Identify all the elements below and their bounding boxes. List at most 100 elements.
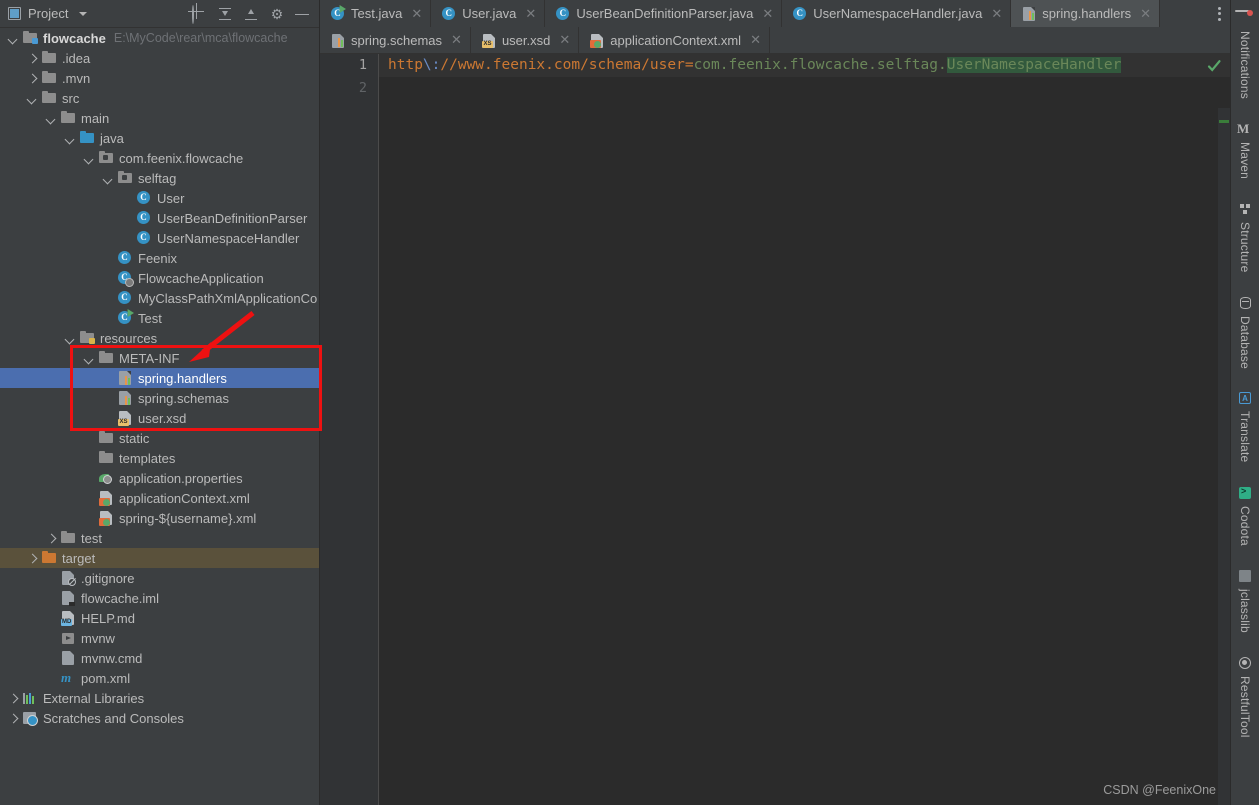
tree-node-src[interactable]: src [0,88,319,108]
gear-icon[interactable]: ⚙ [269,6,285,22]
tree-node-usernamespacehandler[interactable]: C UserNamespaceHandler [0,228,319,248]
editor-tab-userbeandefinitionparser-java[interactable]: C UserBeanDefinitionParser.java ✕ [545,0,783,27]
close-icon[interactable]: ✕ [991,6,1002,22]
chevron-right-icon[interactable] [8,693,19,704]
tree-node-spring-handlers[interactable]: spring.handlers [0,368,319,388]
chevron-right-icon[interactable] [8,713,19,724]
editor-tab-label: spring.schemas [351,32,443,48]
tree-node-applicationcontext-xml[interactable]: applicationContext.xml [0,488,319,508]
editor-tab-applicationcontext-xml[interactable]: applicationContext.xml ✕ [579,27,770,53]
code-token-key-tail: //www.feenix.com/schema/user [440,57,685,73]
collapse-all-icon[interactable] [243,6,259,22]
tree-node-main[interactable]: main [0,108,319,128]
tree-node-label: resources [100,330,158,346]
tree-node-scratches-and-consoles[interactable]: Scratches and Consoles [0,708,319,728]
tree-node-label: Feenix [138,250,178,266]
tree-node-myclasspathxmlapplicationco[interactable]: C MyClassPathXmlApplicationCo [0,288,319,308]
editor-tab-spring-handlers[interactable]: spring.handlers ✕ [1011,0,1161,27]
tree-node-selftag[interactable]: selftag [0,168,319,188]
editor-tab-user-java[interactable]: C User.java ✕ [431,0,546,27]
tree-node-mvn[interactable]: .mvn [0,68,319,88]
tree-node-feenix[interactable]: C Feenix [0,248,319,268]
tree-node-application-properties[interactable]: application.properties [0,468,319,488]
tree-node-templates[interactable]: templates [0,448,319,468]
tree-node-spring-schemas[interactable]: spring.schemas [0,388,319,408]
tree-node-spring-username-xml[interactable]: spring-${username}.xml [0,508,319,528]
tree-node-mvnw-cmd[interactable]: mvnw.cmd [0,648,319,668]
tree-node-flowcacheapplication[interactable]: C FlowcacheApplication [0,268,319,288]
tree-node-com-feenix-flowcache[interactable]: com.feenix.flowcache [0,148,319,168]
tree-node-user[interactable]: C User [0,188,319,208]
tree-node-java[interactable]: java [0,128,319,148]
tree-node-idea[interactable]: .idea [0,48,319,68]
tool-window-button-structure[interactable]: Structure [1237,201,1253,273]
tree-node-gitignore[interactable]: .gitignore [0,568,319,588]
tree-node-flowcache[interactable]: flowcache E:\MyCode\rear\mca\flowcache [0,28,319,48]
tree-node-test[interactable]: test [0,528,319,548]
tool-window-button-translate[interactable]: A Translate [1237,390,1253,463]
tree-node-userbeandefinitionparser[interactable]: C UserBeanDefinitionParser [0,208,319,228]
chevron-down-icon[interactable] [79,11,88,16]
close-icon[interactable]: ✕ [451,32,462,48]
project-panel-header: Project ⚙ [0,0,319,28]
tool-window-button-notifications[interactable]: Notifications [1237,10,1253,99]
tree-node-label: spring.handlers [138,370,227,386]
chevron-right-icon[interactable] [27,553,38,564]
code-line-1[interactable]: http\://www.feenix.com/schema/user=com.f… [388,57,1122,73]
chevron-down-icon[interactable] [27,93,38,104]
kebab-menu-icon[interactable] [1208,0,1230,27]
tree-node-label: User [157,190,185,206]
watermark-text: CSDN @FeenixOne [1103,783,1216,797]
green-check-icon[interactable] [1206,58,1222,74]
twisty-placeholder [103,313,114,324]
chevron-down-icon[interactable] [8,33,19,44]
chevron-right-icon[interactable] [27,53,38,64]
close-icon[interactable]: ✕ [762,6,773,22]
tree-node-flowcache-iml[interactable]: flowcache.iml [0,588,319,608]
chevron-down-icon[interactable] [46,113,57,124]
chevron-down-icon[interactable] [84,153,95,164]
tree-node-meta-inf[interactable]: META-INF [0,348,319,368]
tool-window-button-jclasslib[interactable]: jclasslib [1237,568,1253,633]
expand-all-icon[interactable] [217,6,233,22]
error-stripe-marker[interactable] [1219,120,1229,123]
chevron-down-icon[interactable] [65,333,76,344]
tree-node-help-md[interactable]: MD HELP.md [0,608,319,628]
tool-window-button-maven[interactable]: M Maven [1237,121,1253,179]
minimize-icon[interactable] [295,6,309,22]
chevron-down-icon[interactable] [103,173,114,184]
close-icon[interactable]: ✕ [1140,6,1151,22]
editor-tab-user-xsd[interactable]: XS user.xsd ✕ [471,27,580,53]
tree-node-pom-xml[interactable]: m pom.xml [0,668,319,688]
line-number-2: 2 [358,80,367,96]
tree-node-user-xsd[interactable]: XS user.xsd [0,408,319,428]
chevron-right-icon[interactable] [27,73,38,84]
tree-node-target[interactable]: target [0,548,319,568]
close-icon[interactable]: ✕ [525,6,536,22]
ide-window: Project ⚙ flowcache E:\MyCode\rear\mca\fl… [0,0,1259,805]
project-title-group[interactable]: Project [8,6,88,21]
chevron-right-icon[interactable] [46,533,57,544]
tool-window-button-database[interactable]: Database [1237,295,1253,368]
close-icon[interactable]: ✕ [750,32,761,48]
tree-node-test[interactable]: C Test [0,308,319,328]
close-icon[interactable]: ✕ [559,32,570,48]
chevron-down-icon[interactable] [65,133,76,144]
tree-node-external-libraries[interactable]: External Libraries [0,688,319,708]
locate-file-icon[interactable] [191,4,207,24]
error-stripe-scrollbar[interactable] [1218,108,1230,805]
tree-node-resources[interactable]: resources [0,328,319,348]
project-tree[interactable]: flowcache E:\MyCode\rear\mca\flowcache .id… [0,28,319,805]
editor-tab-label: applicationContext.xml [610,32,742,48]
tree-node-static[interactable]: static [0,428,319,448]
tool-window-button-codota[interactable]: Codota [1237,485,1253,546]
tool-window-button-restfultool[interactable]: RestfulTool [1237,655,1253,737]
editor-tab-usernamespacehandler-java[interactable]: C UserNamespaceHandler.java ✕ [782,0,1012,27]
chevron-down-icon[interactable] [84,353,95,364]
spring-boot-class-icon: C [117,270,134,287]
editor-tab-test-java[interactable]: C Test.java ✕ [320,0,432,27]
close-icon[interactable]: ✕ [411,6,422,22]
tree-node-mvnw[interactable]: mvnw [0,628,319,648]
editor-tab-spring-schemas[interactable]: spring.schemas ✕ [320,27,471,53]
code-editor[interactable]: 1 2 http\://www.feenix.com/schema/user=c… [320,54,1230,805]
